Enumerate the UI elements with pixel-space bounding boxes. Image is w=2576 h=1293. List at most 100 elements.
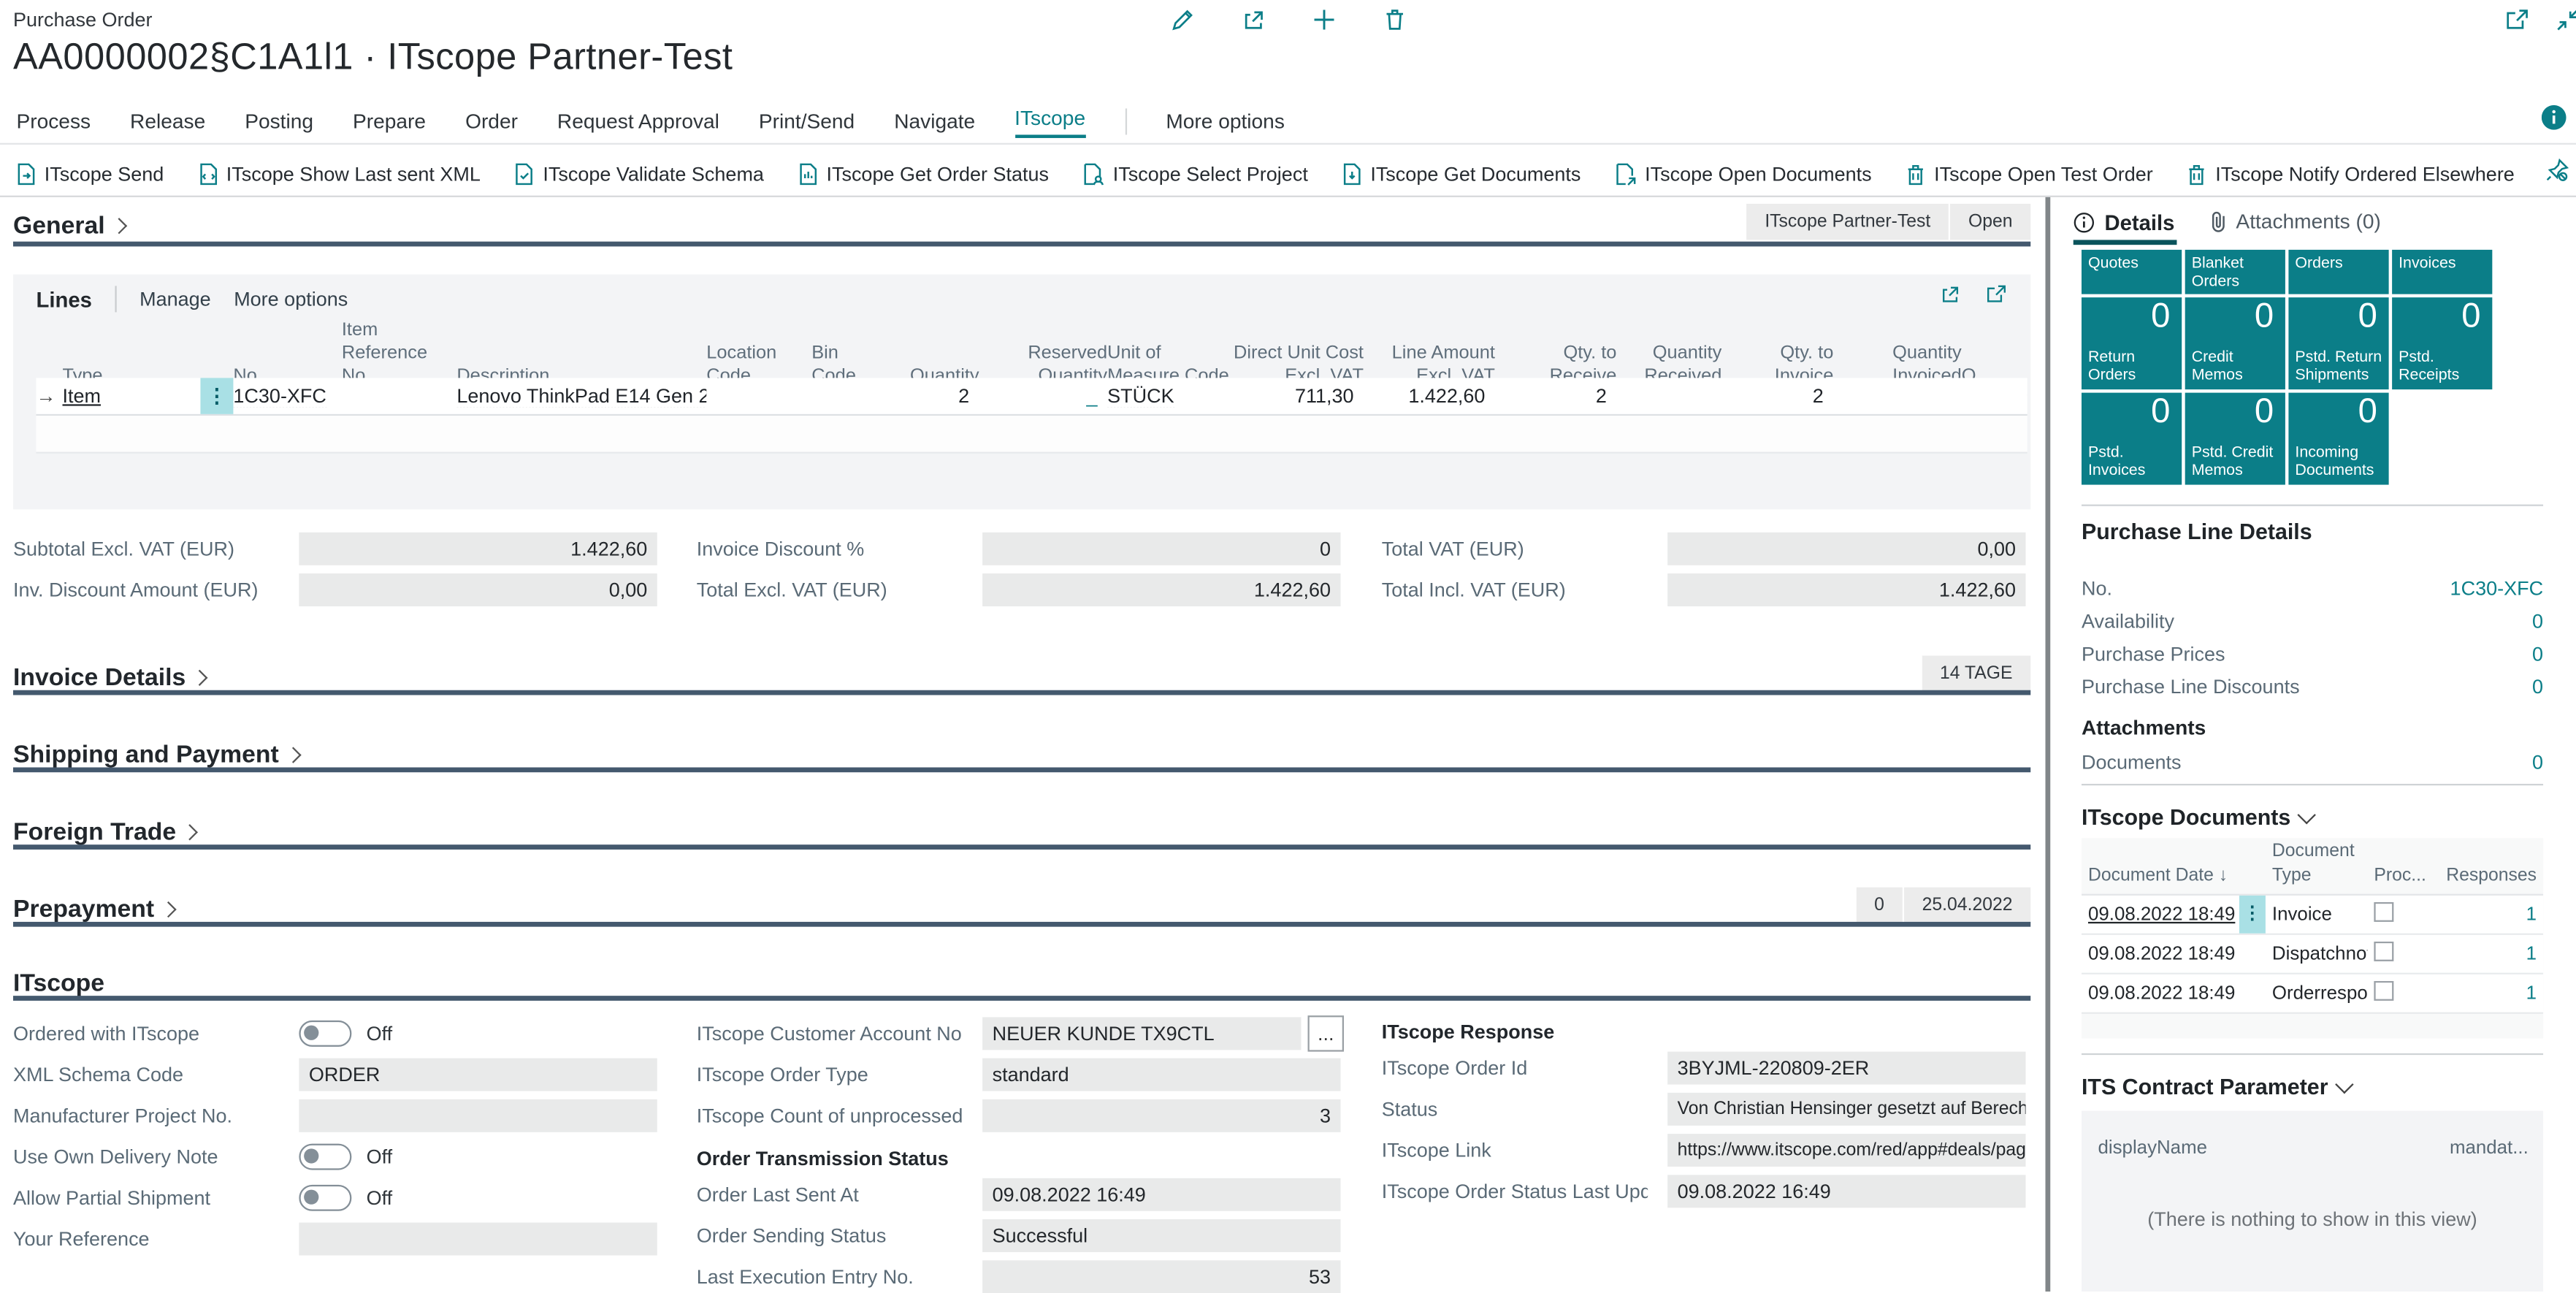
menu-order[interactable]: Order bbox=[465, 106, 518, 135]
lines-title[interactable]: Lines bbox=[36, 287, 91, 312]
menu-posting[interactable]: Posting bbox=[245, 106, 313, 135]
assist-edit-button[interactable]: ... bbox=[1308, 1015, 1344, 1051]
breadcrumb[interactable]: Purchase Order bbox=[13, 8, 153, 31]
share-icon[interactable] bbox=[1240, 7, 1266, 33]
cell-quantity[interactable]: 2 bbox=[887, 384, 979, 407]
pld-no-link[interactable]: 1C30-XFC bbox=[2450, 577, 2544, 600]
document-row[interactable]: 09.08.2022 18:49 Orderrespo... 1 bbox=[2082, 974, 2543, 1014]
doc-responses-link[interactable]: 1 bbox=[2430, 904, 2543, 924]
col-display-name[interactable]: displayName bbox=[2098, 1139, 2207, 1159]
manufacturer-project-no-value[interactable] bbox=[299, 1099, 657, 1132]
section-shipping-payment-title[interactable]: Shipping and Payment bbox=[13, 740, 279, 768]
doc-responses-link[interactable]: 1 bbox=[2430, 983, 2543, 1003]
menu-request-approval[interactable]: Request Approval bbox=[557, 106, 719, 135]
menu-navigate[interactable]: Navigate bbox=[894, 106, 975, 135]
col-document-type[interactable]: Document Type bbox=[2266, 840, 2367, 893]
col-document-date[interactable]: Document Date ↓ bbox=[2082, 864, 2239, 894]
panel-splitter[interactable] bbox=[2046, 197, 2051, 1292]
tab-attachments[interactable]: Attachments (0) bbox=[2208, 210, 2381, 233]
itscope-documents-title[interactable]: ITscope Documents bbox=[2082, 805, 2314, 830]
action-itscope-select-project[interactable]: ITscope Select Project bbox=[1083, 162, 1308, 185]
ordered-with-itscope-toggle[interactable] bbox=[299, 1021, 351, 1047]
menu-itscope[interactable]: ITscope bbox=[1014, 104, 1085, 138]
action-itscope-show-last-sent-xml[interactable]: ITscope Show Last sent XML bbox=[199, 162, 481, 185]
menu-release[interactable]: Release bbox=[130, 106, 205, 135]
tile-orders[interactable]: Orders bbox=[2288, 250, 2388, 294]
doc-date-link[interactable]: 09.08.2022 18:49 bbox=[2082, 904, 2239, 924]
itscope-order-id-value[interactable]: 3BYJML-220809-2ER bbox=[1667, 1052, 2025, 1085]
your-reference-value[interactable] bbox=[299, 1223, 657, 1256]
its-contract-parameter-title[interactable]: ITS Contract Parameter bbox=[2082, 1075, 2351, 1099]
row-menu-icon[interactable]: ⋮ bbox=[200, 378, 233, 413]
processed-checkbox[interactable] bbox=[2374, 981, 2393, 1001]
cell-no[interactable]: 1C30-XFC bbox=[233, 384, 341, 407]
document-row[interactable]: 09.08.2022 18:49 ⋮ Invoice 1 bbox=[2082, 896, 2543, 935]
use-own-delivery-note-toggle[interactable] bbox=[299, 1144, 351, 1170]
tile-invoices[interactable]: Invoices bbox=[2392, 250, 2492, 294]
itscope-link-value[interactable]: https://www.itscope.com/red/app#deals/pa… bbox=[1667, 1134, 2025, 1167]
action-itscope-open-documents[interactable]: ITscope Open Documents bbox=[1616, 162, 1872, 185]
itscope-order-type-value[interactable]: standard bbox=[982, 1059, 1340, 1091]
total-vat-value[interactable]: 0,00 bbox=[1667, 533, 2025, 565]
delete-icon[interactable] bbox=[1382, 7, 1408, 33]
subtotal-value[interactable]: 1.422,60 bbox=[299, 533, 657, 565]
add-icon[interactable] bbox=[1311, 7, 1337, 33]
document-row[interactable]: 09.08.2022 18:49 Dispatchnot... 1 bbox=[2082, 935, 2543, 974]
action-itscope-get-order-status[interactable]: ITscope Get Order Status bbox=[798, 162, 1049, 185]
processed-checkbox[interactable] bbox=[2374, 942, 2393, 961]
tile-pstd-invoices[interactable]: 0Pstd. Invoices bbox=[2082, 393, 2182, 485]
doc-processed[interactable] bbox=[2367, 942, 2429, 966]
total-excl-vat-value[interactable]: 1.422,60 bbox=[982, 573, 1340, 606]
table-empty-row[interactable] bbox=[36, 416, 2027, 454]
tile-incoming-documents[interactable]: 0Incoming Documents bbox=[2288, 393, 2388, 485]
tile-pstd-receipts[interactable]: 0Pstd. Receipts bbox=[2392, 297, 2492, 389]
menu-prepare[interactable]: Prepare bbox=[353, 106, 426, 135]
cell-type[interactable]: Item bbox=[62, 384, 200, 407]
section-prepayment-title[interactable]: Prepayment bbox=[13, 895, 154, 923]
pld-purchase-prices-link[interactable]: 0 bbox=[2532, 643, 2543, 665]
section-foreign-trade-title[interactable]: Foreign Trade bbox=[13, 817, 176, 845]
action-itscope-notify-ordered-elsewhere[interactable]: ITscope Notify Ordered Elsewhere bbox=[2187, 162, 2515, 185]
documents-count-link[interactable]: 0 bbox=[2532, 751, 2543, 774]
share-icon[interactable] bbox=[1938, 283, 1961, 305]
cell-line-amount[interactable]: 1.422,60 bbox=[1364, 384, 1495, 407]
cell-uom[interactable]: STÜCK bbox=[1107, 384, 1232, 407]
doc-processed[interactable] bbox=[2367, 981, 2429, 1006]
itscope-unprocessed-count-value[interactable]: 3 bbox=[982, 1099, 1340, 1132]
processed-checkbox[interactable] bbox=[2374, 902, 2393, 922]
inv-discount-value[interactable]: 0,00 bbox=[299, 573, 657, 606]
info-icon[interactable] bbox=[2542, 105, 2567, 130]
table-row[interactable]: → Item ⋮ 1C30-XFC Lenovo ThinkPad E14 Ge… bbox=[36, 378, 2027, 416]
action-itscope-validate-schema[interactable]: ITscope Validate Schema bbox=[515, 162, 764, 185]
menu-print-send[interactable]: Print/Send bbox=[759, 106, 855, 135]
lines-manage-menu[interactable]: Manage bbox=[139, 288, 211, 310]
allow-partial-shipment-toggle[interactable] bbox=[299, 1185, 351, 1211]
tile-pstd-return-shipments[interactable]: 0Pstd. Return Shipments bbox=[2288, 297, 2388, 389]
col-responses[interactable]: Responses bbox=[2430, 864, 2543, 894]
tab-details[interactable]: Details bbox=[2074, 210, 2175, 235]
open-in-new-icon[interactable] bbox=[1984, 283, 2007, 305]
edit-icon[interactable] bbox=[1170, 7, 1196, 33]
cell-qty-receive[interactable]: 2 bbox=[1495, 384, 1616, 407]
doc-responses-link[interactable]: 1 bbox=[2430, 944, 2543, 964]
action-itscope-send[interactable]: ITscope Send bbox=[16, 162, 164, 185]
total-incl-vat-value[interactable]: 1.422,60 bbox=[1667, 573, 2025, 606]
menu-process[interactable]: Process bbox=[16, 106, 91, 135]
cell-unit-cost[interactable]: 711,30 bbox=[1232, 384, 1364, 407]
section-general-title[interactable]: General bbox=[13, 211, 105, 239]
itscope-status-last-update-value[interactable]: 09.08.2022 16:49 bbox=[1667, 1175, 2025, 1208]
tile-return-orders[interactable]: 0Return Orders bbox=[2082, 297, 2182, 389]
itscope-status-value[interactable]: Von Christian Hensinger gesetzt auf Bere… bbox=[1667, 1093, 2025, 1126]
last-execution-entry-no-value[interactable]: 53 bbox=[982, 1260, 1340, 1293]
invoice-discount-pct-value[interactable]: 0 bbox=[982, 533, 1340, 565]
pld-availability-link[interactable]: 0 bbox=[2532, 610, 2543, 633]
cell-qty-invoice[interactable]: 2 bbox=[1721, 384, 1833, 407]
doc-date[interactable]: 09.08.2022 18:49 bbox=[2082, 983, 2239, 1003]
doc-date[interactable]: 09.08.2022 18:49 bbox=[2082, 944, 2239, 964]
lines-more-options[interactable]: More options bbox=[234, 288, 348, 310]
tile-pstd-credit-memos[interactable]: 0Pstd. Credit Memos bbox=[2185, 393, 2285, 485]
tile-blanket-orders[interactable]: Blanket Orders bbox=[2185, 250, 2285, 294]
cell-reserved[interactable]: _ bbox=[979, 384, 1107, 407]
section-invoice-details-title[interactable]: Invoice Details bbox=[13, 663, 186, 691]
xml-schema-code-value[interactable]: ORDER bbox=[299, 1059, 657, 1091]
